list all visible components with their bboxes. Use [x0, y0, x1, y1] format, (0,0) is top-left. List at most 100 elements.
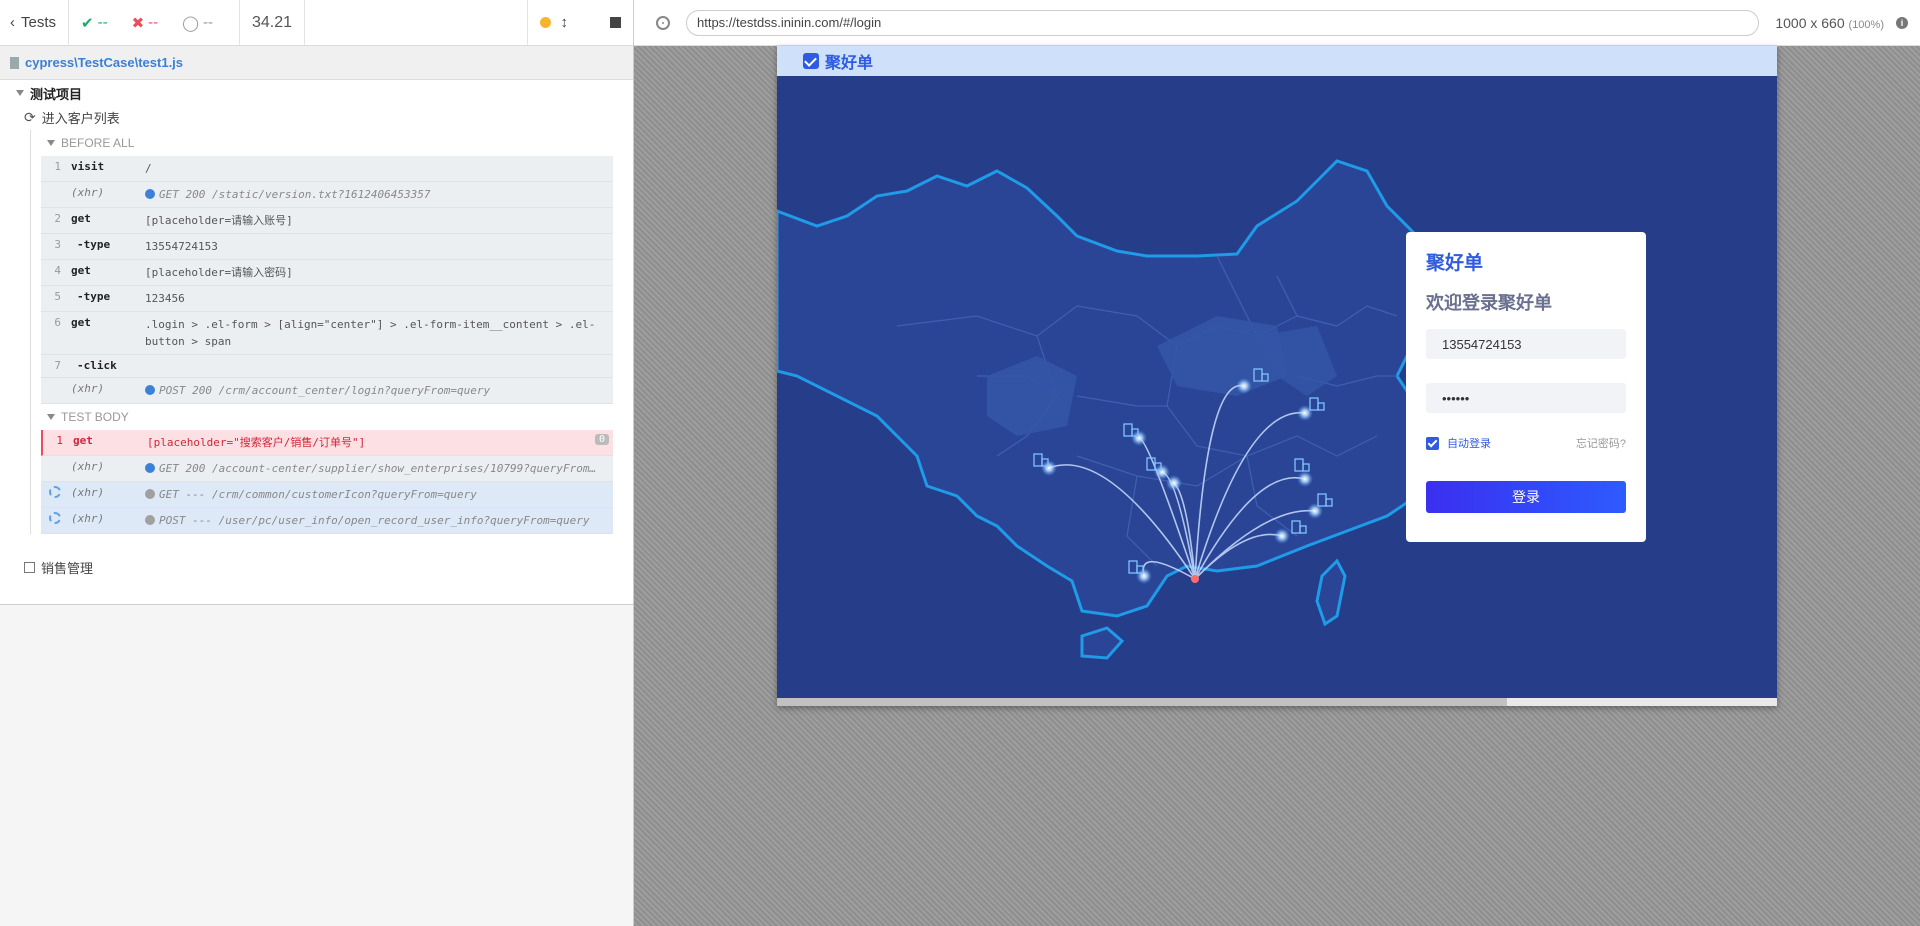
card-brand: 聚好单 — [1426, 253, 1484, 274]
command-message: [placeholder="搜索客户/销售/订单号"] — [147, 436, 366, 449]
command-number: 1 — [54, 160, 61, 173]
xhr-text: POST --- /user/pc/user_info/open_record_… — [159, 514, 590, 527]
forgot-password-link[interactable]: 忘记密码? — [1576, 435, 1626, 451]
command-row[interactable]: (xhr) GET 200 /account-center/supplier/sh… — [41, 456, 613, 482]
hook-test-body[interactable]: TEST BODY — [41, 404, 613, 430]
test-title[interactable]: ⟳ 进入客户列表 — [0, 104, 633, 130]
xhr-status-icon — [145, 489, 155, 499]
app-preview: https://testdss.ininin.com/#/login 1000 … — [634, 0, 1920, 926]
command-row[interactable]: (xhr) GET 200 /static/version.txt?1612406… — [41, 182, 613, 208]
command-row[interactable]: 3 -type 13554724153 — [41, 234, 613, 260]
test-body-commands: 1 get [placeholder="搜索客户/销售/订单号"] 0 (xhr) GET… — [41, 430, 613, 534]
file-icon — [10, 56, 19, 69]
command-message: GET --- /crm/common/customerIcon?queryFr… — [145, 486, 613, 503]
horizontal-scrollbar[interactable] — [777, 698, 1777, 706]
command-row[interactable]: 1 get [placeholder="搜索客户/销售/订单号"] 0 — [41, 430, 613, 456]
hook-before-all[interactable]: BEFORE ALL — [41, 130, 613, 156]
command-name: -type — [77, 238, 111, 251]
command-message: 123456 — [145, 292, 185, 305]
hook-title-text: TEST BODY — [61, 410, 129, 424]
app-frame: 聚好单 聚好单 欢迎登录聚好单 13554724153 •••••• 自动登录 … — [777, 46, 1777, 706]
command-name: get — [71, 264, 91, 277]
username-field[interactable]: 13554724153 — [1426, 329, 1626, 359]
suite-sales-text: 销售管理 — [41, 560, 94, 576]
login-options: 自动登录 忘记密码? — [1426, 435, 1626, 451]
controls: ↕ — [526, 0, 634, 45]
command-message: / — [145, 162, 152, 175]
command-message: POST 200 /crm/account_center/login?query… — [145, 382, 613, 399]
runnables-list: 测试项目 ⟳ 进入客户列表 BEFORE ALL 1 visit / (xhr) GET… — [0, 80, 633, 605]
loading-spinner-icon — [49, 486, 61, 498]
suite-title[interactable]: 测试项目 — [0, 82, 633, 104]
auto-scroll-icon[interactable]: ↕ — [561, 14, 569, 31]
command-name: -click — [77, 359, 117, 372]
xhr-status-icon — [145, 515, 155, 525]
auto-login-checkbox[interactable] — [1426, 436, 1439, 450]
command-row[interactable]: 4 get [placeholder=请输入密码] — [41, 260, 613, 286]
command-name: (xhr) — [71, 186, 105, 199]
command-message: GET 200 /static/version.txt?161240645335… — [145, 186, 613, 203]
hook-title-text: BEFORE ALL — [61, 136, 135, 150]
command-name: (xhr) — [71, 460, 105, 473]
command-row[interactable]: 7 -click — [41, 355, 613, 378]
stats: ✔ -- ✖ -- ◯ -- — [69, 0, 240, 45]
command-number: 4 — [54, 264, 61, 277]
url-bar: https://testdss.ininin.com/#/login 1000 … — [634, 0, 1920, 46]
selector-playground-icon[interactable] — [656, 15, 670, 30]
failed-stat: ✖ -- — [132, 14, 159, 32]
viewport-size: 1000 x 660 — [1775, 14, 1845, 31]
spec-bar: cypress\TestCase\test1.js — [0, 46, 633, 80]
command-row[interactable]: 6 get .login > .el-form > [align="center"]… — [41, 312, 613, 355]
login-background: 聚好单 欢迎登录聚好单 13554724153 •••••• 自动登录 忘记密码… — [777, 76, 1777, 698]
duration: 34.21 — [251, 13, 293, 31]
command-name: get — [71, 212, 91, 225]
command-name: get — [71, 316, 91, 329]
command-name: get — [73, 434, 93, 447]
command-name: -type — [77, 290, 111, 303]
viewport-scale: (100%) — [1848, 18, 1884, 31]
login-card: 聚好单 欢迎登录聚好单 13554724153 •••••• 自动登录 忘记密码… — [1406, 232, 1646, 542]
command-row[interactable]: 2 get [placeholder=请输入账号] — [41, 208, 613, 234]
suite-sales[interactable]: 销售管理 — [0, 554, 633, 580]
login-button[interactable]: 登录 — [1426, 481, 1626, 513]
xhr-text: POST 200 /crm/account_center/login?query… — [159, 384, 491, 397]
pending-stat: ◯ -- — [182, 14, 213, 32]
caret-down-icon — [47, 140, 55, 146]
tests-button[interactable]: ‹ Tests — [0, 0, 70, 45]
command-number: 5 — [54, 290, 61, 303]
command-message: GET 200 /account-center/supplier/show_en… — [145, 460, 613, 477]
check-icon: ✔ — [81, 14, 94, 32]
xhr-status-icon — [145, 463, 155, 473]
info-icon[interactable]: i — [1896, 16, 1908, 29]
xhr-status-icon — [145, 189, 155, 199]
checkbox-icon — [24, 561, 35, 573]
stop-icon[interactable] — [610, 17, 621, 28]
command-message: [placeholder=请输入密码] — [145, 266, 293, 279]
command-row[interactable]: 5 -type 123456 — [41, 286, 613, 312]
tests-label: Tests — [21, 14, 57, 31]
command-number — [41, 512, 67, 527]
command-number: 3 — [54, 238, 61, 251]
command-row[interactable]: (xhr) POST --- /user/pc/user_info/open_re… — [41, 508, 613, 534]
chevron-left-icon: ‹ — [10, 14, 15, 31]
command-message: .login > .el-form > [align="center"] > .… — [145, 318, 596, 348]
spec-path[interactable]: cypress\TestCase\test1.js — [25, 55, 183, 70]
failed-count: -- — [148, 14, 159, 31]
auto-login-label[interactable]: 自动登录 — [1447, 435, 1491, 451]
command-row[interactable]: (xhr) POST 200 /crm/account_center/login?… — [41, 378, 613, 404]
command-row[interactable]: (xhr) GET --- /crm/common/customerIcon?qu… — [41, 482, 613, 508]
caret-down-icon — [47, 414, 55, 420]
loading-spinner-icon — [49, 512, 61, 524]
command-message: POST --- /user/pc/user_info/open_record_… — [145, 512, 613, 529]
password-field[interactable]: •••••• — [1426, 383, 1626, 413]
test-title-text: 进入客户列表 — [41, 110, 120, 126]
viewport-info: 1000 x 660 (100%) — [1775, 15, 1884, 31]
xhr-text: GET --- /crm/common/customerIcon?queryFr… — [159, 488, 477, 501]
reporter-header: ‹ Tests ✔ -- ✖ -- ◯ -- 34.21 ↕ — [0, 0, 633, 46]
command-message: [placeholder=请输入账号] — [145, 214, 293, 227]
scrollbar-thumb[interactable] — [777, 698, 1507, 706]
app-brand: 聚好单 — [825, 55, 874, 72]
xhr-status-icon — [145, 385, 155, 395]
command-row[interactable]: 1 visit / — [41, 156, 613, 182]
url-input[interactable]: https://testdss.ininin.com/#/login — [686, 9, 1760, 36]
